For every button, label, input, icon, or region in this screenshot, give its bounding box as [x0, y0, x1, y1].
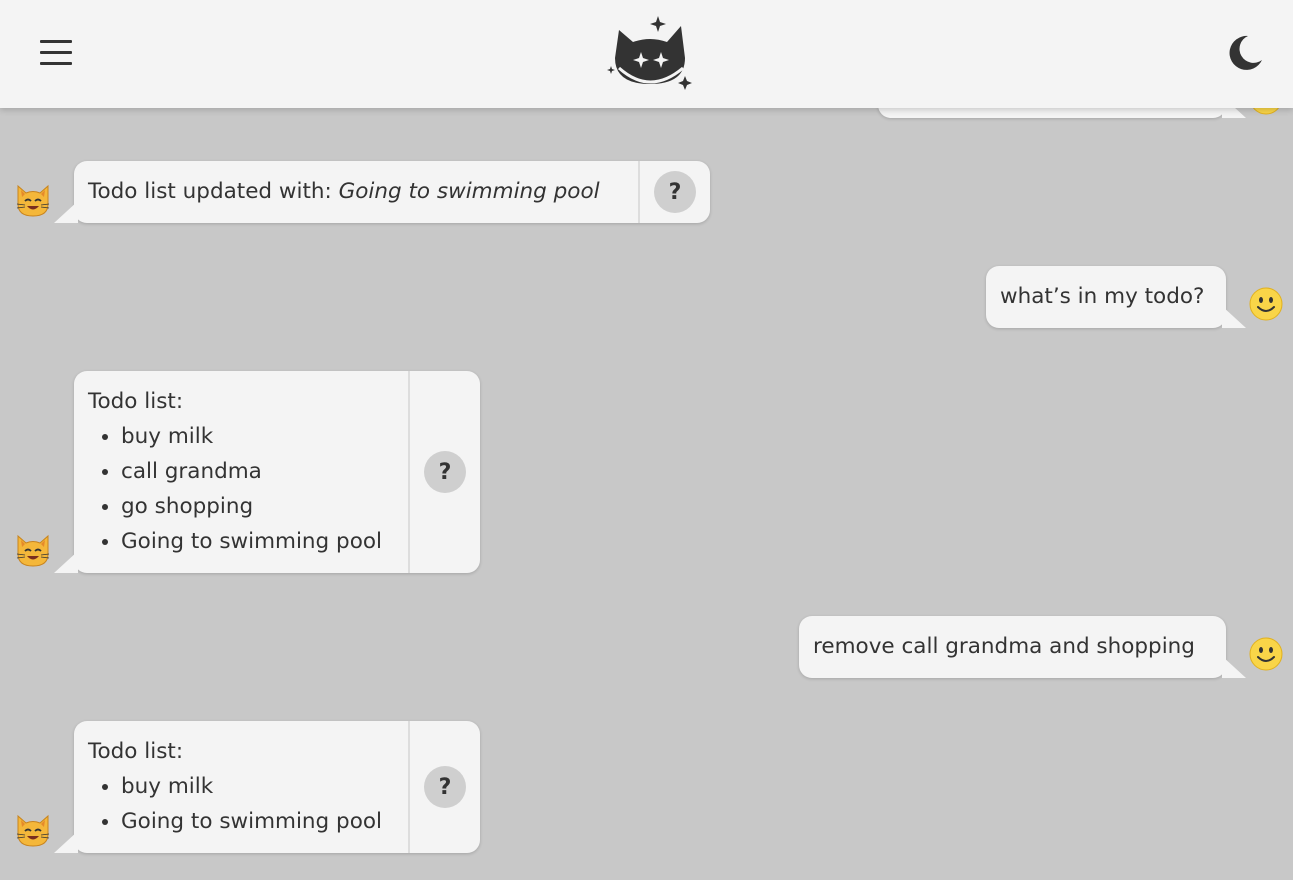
- todo-item: call grandma: [121, 454, 394, 489]
- cat-avatar-icon: [14, 180, 52, 218]
- message-text: remove call grandma and shopping: [813, 634, 1195, 659]
- moon-icon[interactable]: [1224, 33, 1264, 73]
- smiley-avatar-icon: [1247, 285, 1285, 323]
- todo-item-emphasis: Going to swimming pool: [338, 179, 600, 204]
- todo-item: go shopping: [121, 489, 394, 524]
- user-message: remove call grandma and shopping: [799, 616, 1246, 678]
- todo-list: buy milk Going to swimming pool: [88, 769, 394, 839]
- todo-list: buy milk call grandma go shopping Going …: [88, 419, 394, 559]
- hamburger-menu-icon[interactable]: [38, 40, 74, 66]
- todo-item: buy milk: [121, 419, 394, 454]
- cat-logo-icon: [607, 16, 692, 90]
- smiley-avatar-icon: [1247, 635, 1285, 673]
- todo-list-title: Todo list:: [88, 739, 184, 764]
- help-column: ?: [408, 371, 480, 573]
- bot-message: Todo list: buy milk Going to swimming po…: [54, 721, 480, 853]
- bot-message: Todo list updated with: Going to swimmin…: [54, 161, 710, 223]
- help-button[interactable]: ?: [424, 451, 466, 493]
- app-header: [0, 0, 1293, 108]
- bot-message: Todo list: buy milk call grandma go shop…: [54, 371, 480, 573]
- todo-list-block: Todo list: buy milk call grandma go shop…: [74, 371, 408, 573]
- todo-list-block: Todo list: buy milk Going to swimming po…: [74, 721, 408, 853]
- todo-item: Going to swimming pool: [121, 524, 394, 559]
- todo-item: Going to swimming pool: [121, 804, 394, 839]
- help-button[interactable]: ?: [654, 171, 696, 213]
- message-text: what’s in my todo?: [1000, 284, 1205, 309]
- cat-avatar-icon: [14, 530, 52, 568]
- todo-item: buy milk: [121, 769, 394, 804]
- chat-area: Todo list updated with: Going to swimmin…: [0, 0, 1293, 880]
- user-message: what’s in my todo?: [986, 266, 1246, 328]
- message-text: Todo list updated with: Going to swimmin…: [74, 161, 638, 223]
- cat-avatar-icon: [14, 810, 52, 848]
- update-prefix: Todo list updated with:: [88, 179, 339, 204]
- todo-list-title: Todo list:: [88, 389, 184, 414]
- help-column: ?: [408, 721, 480, 853]
- help-column: ?: [638, 161, 710, 223]
- help-button[interactable]: ?: [424, 766, 466, 808]
